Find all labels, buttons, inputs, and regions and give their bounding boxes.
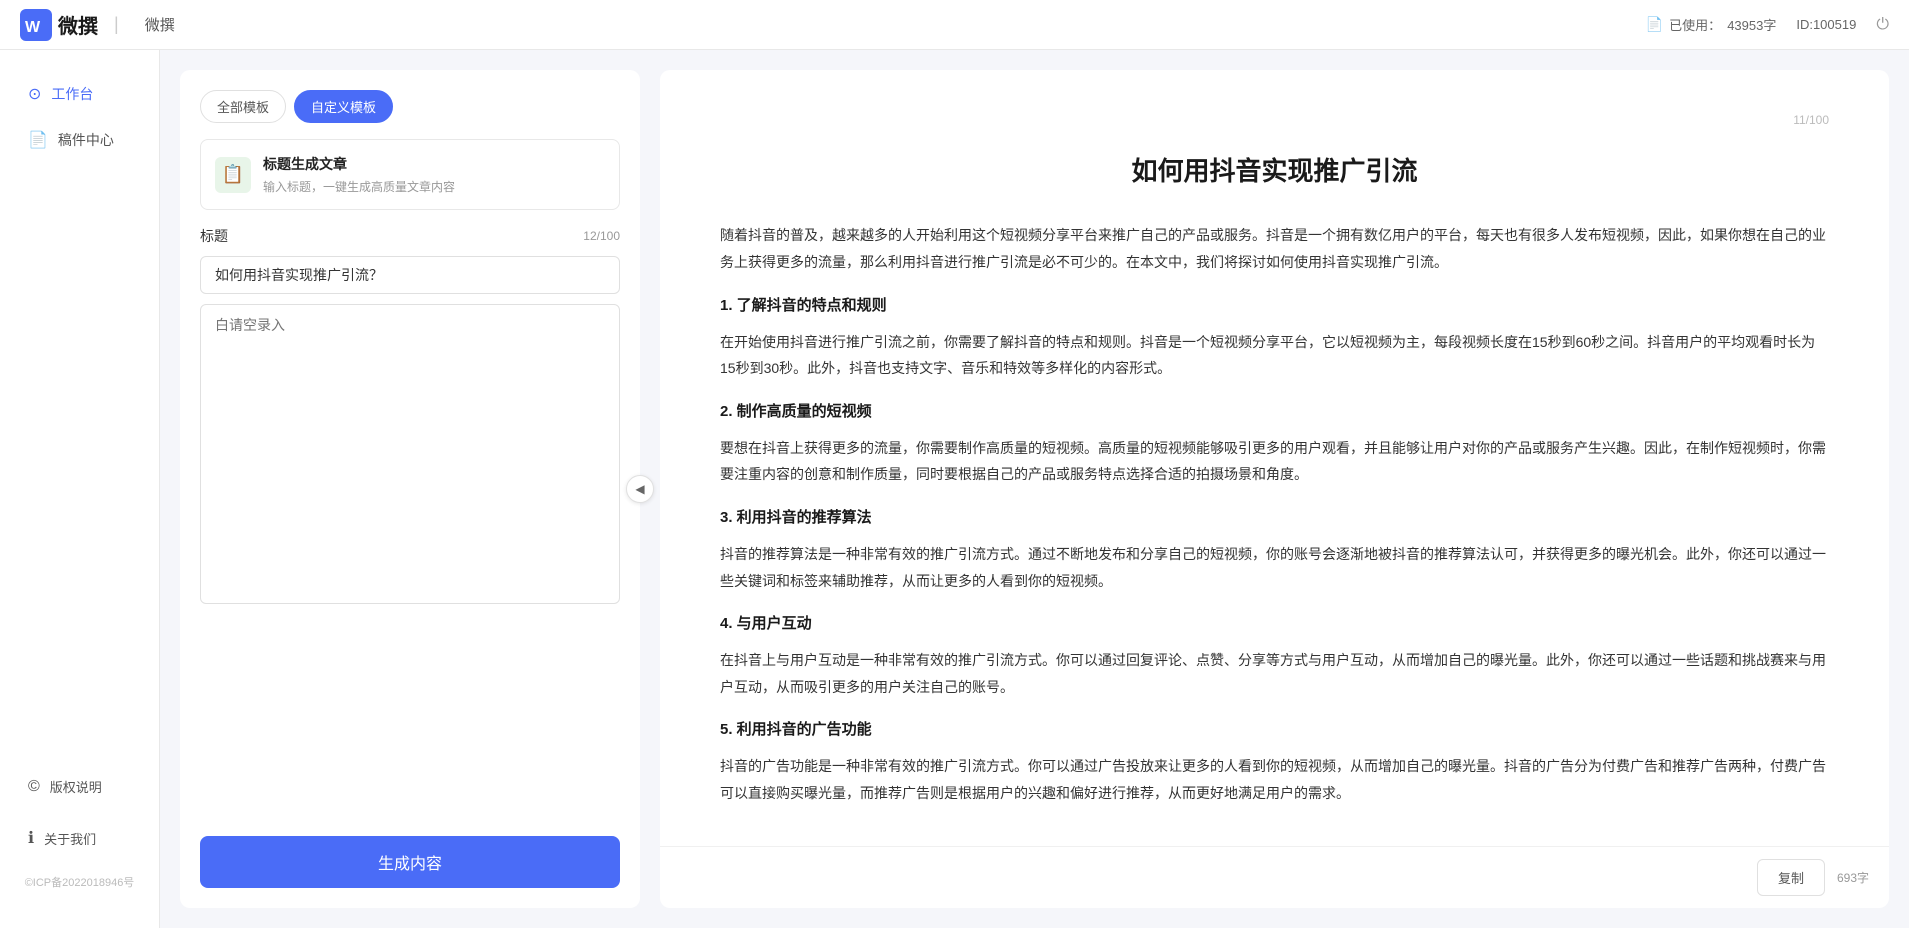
workspace-icon: ⊙ <box>28 84 41 104</box>
logo: W 微撰 <box>20 9 98 41</box>
sidebar-item-copyright-label: 版权说明 <box>50 777 102 796</box>
form-section: 标题 12/100 <box>200 226 620 604</box>
doc-section-2: 在开始使用抖音进行推广引流之前，你需要了解抖音的特点和规则。抖音是一个短视频分享… <box>720 329 1829 382</box>
logo-icon: W <box>20 9 52 41</box>
doc-section-8: 在抖音上与用户互动是一种非常有效的推广引流方式。你可以通过回复评论、点赞、分享等… <box>720 647 1829 700</box>
doc-section-10: 抖音的广告功能是一种非常有效的推广引流方式。你可以通过广告投放来让更多的人看到你… <box>720 753 1829 806</box>
tab-all-templates[interactable]: 全部模板 <box>200 90 286 123</box>
title-input[interactable] <box>200 256 620 294</box>
usage-count: 43953字 <box>1727 15 1776 34</box>
form-label-row: 标题 12/100 <box>200 226 620 246</box>
doc-section-0: 随着抖音的普及，越来越多的人开始利用这个短视频分享平台来推广自己的产品或服务。抖… <box>720 222 1829 275</box>
svg-text:W: W <box>25 19 41 36</box>
copy-button[interactable]: 复制 <box>1757 859 1825 896</box>
sidebar-item-workspace[interactable]: ⊙ 工作台 <box>8 72 151 116</box>
doc-heading-2: 2. 制作高质量的短视频 <box>720 398 1829 425</box>
sidebar-item-about-label: 关于我们 <box>44 829 96 848</box>
document-icon: 📄 <box>1646 16 1663 33</box>
generate-button[interactable]: 生成内容 <box>200 836 620 888</box>
doc-content[interactable]: 11/100 如何用抖音实现推广引流 随着抖音的普及，越来越多的人开始利用这个短… <box>660 70 1889 846</box>
char-count: 12/100 <box>583 229 620 243</box>
sidebar-item-about[interactable]: ℹ 关于我们 <box>8 816 151 860</box>
template-card[interactable]: 📋 标题生成文章 输入标题，一键生成高质量文章内容 <box>200 139 620 210</box>
usage-label: 已使用： <box>1669 15 1721 34</box>
template-card-info: 标题生成文章 输入标题，一键生成高质量文章内容 <box>263 154 455 195</box>
doc-heading-4: 4. 与用户互动 <box>720 610 1829 637</box>
user-id: ID:100519 <box>1796 17 1856 32</box>
topbar-left: W 微撰 | 微撰 <box>20 9 175 41</box>
doc-heading-5: 5. 利用抖音的广告功能 <box>720 716 1829 743</box>
logo-text: 微撰 <box>58 10 98 39</box>
chevron-left-icon: ◀ <box>635 482 644 496</box>
sidebar-bottom: © 版权说明 ℹ 关于我们 ©ICP备2022018946号 <box>0 763 159 908</box>
sidebar-top: ⊙ 工作台 📄 稿件中心 <box>0 70 159 164</box>
left-panel: 全部模板 自定义模板 📋 标题生成文章 输入标题，一键生成高质量文章内容 标题 … <box>180 70 640 908</box>
form-label: 标题 <box>200 226 228 246</box>
usage-info: 📄 已使用： 43953字 <box>1646 15 1777 34</box>
template-tabs: 全部模板 自定义模板 <box>200 90 620 123</box>
drafts-icon: 📄 <box>28 130 48 150</box>
doc-page-count: 11/100 <box>720 110 1829 132</box>
copyright-icon: © <box>28 778 40 796</box>
doc-section-6: 抖音的推荐算法是一种非常有效的推广引流方式。通过不断地发布和分享自己的短视频，你… <box>720 541 1829 594</box>
template-card-title: 标题生成文章 <box>263 154 455 174</box>
right-panel: 11/100 如何用抖音实现推广引流 随着抖音的普及，越来越多的人开始利用这个短… <box>660 70 1889 908</box>
topbar-title: 微撰 <box>145 14 175 35</box>
content-textarea[interactable] <box>200 304 620 604</box>
sidebar-item-copyright[interactable]: © 版权说明 <box>8 765 151 808</box>
collapse-arrow[interactable]: ◀ <box>626 475 654 503</box>
template-card-icon: 📋 <box>215 157 251 193</box>
doc-title: 如何用抖音实现推广引流 <box>720 148 1829 195</box>
doc-heading-1: 1. 了解抖音的特点和规则 <box>720 292 1829 319</box>
about-icon: ℹ <box>28 828 34 848</box>
template-card-desc: 输入标题，一键生成高质量文章内容 <box>263 178 455 195</box>
power-icon[interactable]: ⏻ <box>1876 16 1889 34</box>
tab-custom-templates[interactable]: 自定义模板 <box>294 90 393 123</box>
topbar-right: 📄 已使用： 43953字 ID:100519 ⏻ <box>1646 15 1889 34</box>
doc-section-4: 要想在抖音上获得更多的流量，你需要制作高质量的短视频。高质量的短视频能够吸引更多… <box>720 435 1829 488</box>
sidebar-item-workspace-label: 工作台 <box>51 84 93 104</box>
main-layout: ⊙ 工作台 📄 稿件中心 © 版权说明 ℹ 关于我们 ©ICP备20220189… <box>0 50 1909 928</box>
sidebar-item-drafts[interactable]: 📄 稿件中心 <box>8 118 151 162</box>
topbar: W 微撰 | 微撰 📄 已使用： 43953字 ID:100519 ⏻ <box>0 0 1909 50</box>
icp-text: ©ICP备2022018946号 <box>0 866 159 898</box>
sidebar-item-drafts-label: 稿件中心 <box>58 130 114 150</box>
content-area: 全部模板 自定义模板 📋 标题生成文章 输入标题，一键生成高质量文章内容 标题 … <box>160 50 1909 928</box>
sidebar: ⊙ 工作台 📄 稿件中心 © 版权说明 ℹ 关于我们 ©ICP备20220189… <box>0 50 160 928</box>
doc-footer: 复制 693字 <box>660 846 1889 908</box>
word-count: 693字 <box>1837 869 1869 886</box>
doc-heading-3: 3. 利用抖音的推荐算法 <box>720 504 1829 531</box>
